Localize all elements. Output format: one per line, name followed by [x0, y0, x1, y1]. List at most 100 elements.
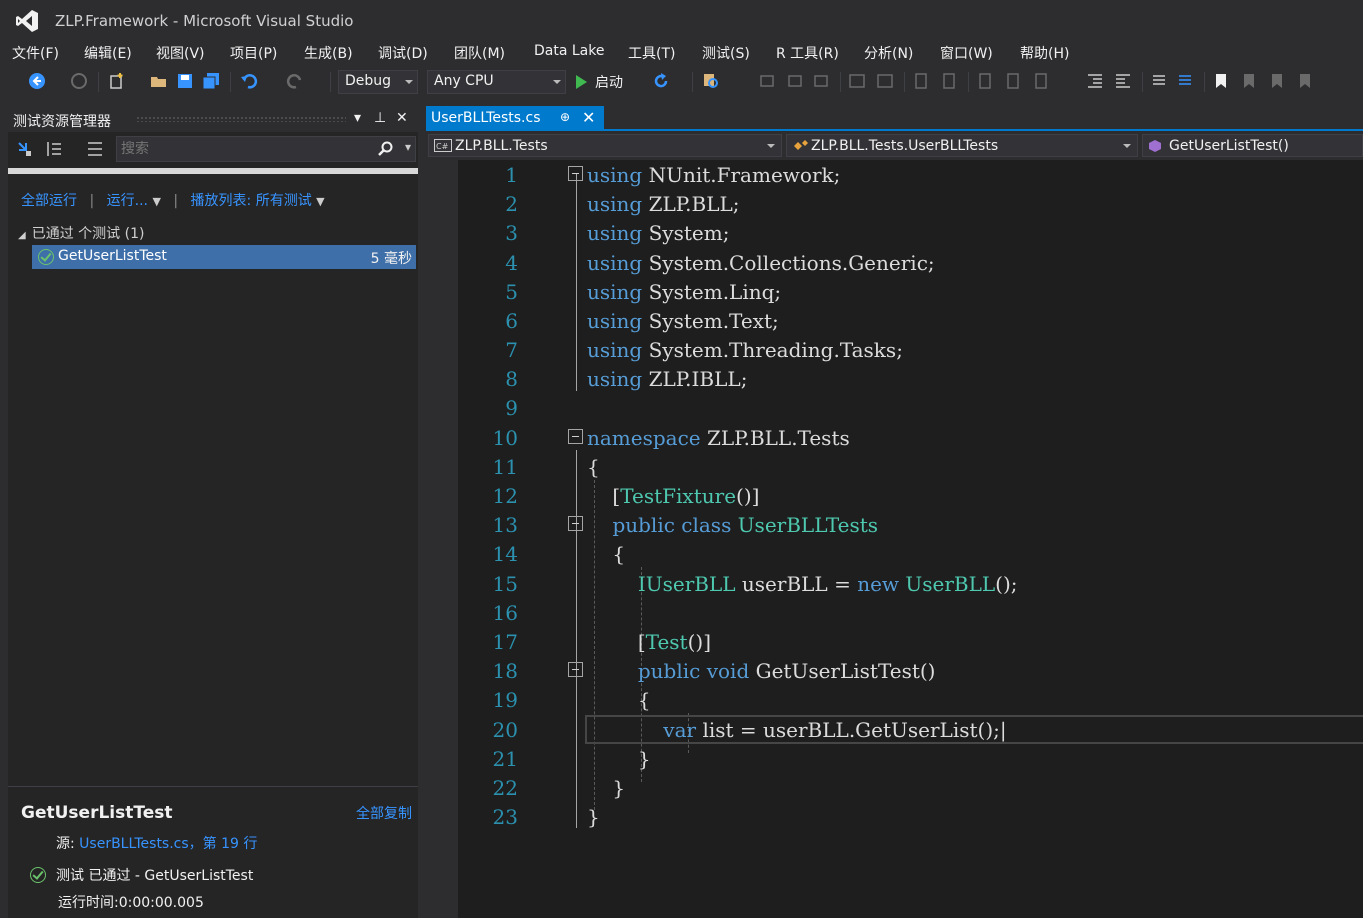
- line-number: 6: [505, 309, 518, 333]
- menu-test[interactable]: 测试(S): [702, 43, 750, 63]
- code-line: 5 using System.Linq;: [426, 277, 1363, 306]
- new-project-icon[interactable]: [108, 72, 126, 90]
- project-dropdown[interactable]: C# ZLP.BLL.Tests: [428, 134, 782, 157]
- menu-window[interactable]: 窗口(W): [940, 43, 993, 63]
- step-over-icon[interactable]: [812, 72, 830, 90]
- uncomment-icon[interactable]: [1176, 72, 1194, 90]
- line-number: 2: [505, 192, 518, 216]
- solution-platform-dropdown[interactable]: Any CPU: [427, 70, 566, 94]
- step-into-icon[interactable]: [786, 72, 804, 90]
- menu-edit[interactable]: 编辑(E): [84, 43, 132, 63]
- copy-all-link[interactable]: 全部复制: [356, 803, 412, 823]
- open-file-icon[interactable]: [150, 72, 168, 90]
- next-bookmark-icon[interactable]: [1268, 72, 1286, 90]
- chevron-down-icon[interactable]: ▾: [405, 140, 411, 154]
- menu-view[interactable]: 视图(V): [156, 43, 205, 63]
- menu-tools[interactable]: 工具(T): [628, 43, 675, 63]
- menu-analyze[interactable]: 分析(N): [864, 43, 913, 63]
- expand-triangle-icon[interactable]: ◢: [18, 230, 26, 241]
- pin-tab-icon[interactable]: ⊕: [560, 110, 570, 124]
- search-input[interactable]: [121, 140, 376, 158]
- type-name: ZLP.BLL.Tests.UserBLLTests: [811, 138, 999, 154]
- close-tab-icon[interactable]: ✕: [582, 108, 595, 127]
- outdent-icon[interactable]: [1114, 72, 1132, 90]
- code-editor[interactable]: 1 using NUnit.Framework; 2 using ZLP.BLL; …: [426, 160, 1363, 918]
- type-dropdown[interactable]: ZLP.BLL.Tests.UserBLLTests: [786, 134, 1138, 157]
- code-line: 3 using System;: [426, 218, 1363, 247]
- code-line: 20 var list = userBLL.GetUserList();|: [426, 715, 1363, 744]
- code-line: 12 [TestFixture()]: [426, 481, 1363, 510]
- clear-bookmarks-icon[interactable]: [1296, 72, 1314, 90]
- image-icon[interactable]: [876, 72, 894, 90]
- test-explorer-header: 测试资源管理器 ▾ ⊥ ✕: [8, 106, 418, 132]
- debug-threads-icon[interactable]: [758, 72, 776, 90]
- line-number: 19: [492, 688, 518, 712]
- document-icon[interactable]: [912, 72, 930, 90]
- refresh-icon[interactable]: [652, 72, 670, 90]
- line-number: 4: [505, 251, 518, 275]
- source-label: 源:: [56, 836, 75, 852]
- passed-tests-group[interactable]: ◢ 已通过 个测试 (1): [18, 223, 144, 243]
- member-dropdown[interactable]: GetUserListTest(): [1142, 134, 1363, 157]
- menu-build[interactable]: 生成(B): [304, 43, 353, 63]
- collapse-icon[interactable]: [568, 166, 583, 181]
- code-line: 2 using ZLP.BLL;: [426, 189, 1363, 218]
- action-separator: |: [173, 193, 179, 209]
- title-bar: ZLP.Framework - Microsoft Visual Studio: [0, 0, 1363, 40]
- document-icon[interactable]: [940, 72, 958, 90]
- line-number: 14: [492, 542, 518, 566]
- start-debugging-button[interactable]: 启动: [576, 72, 623, 92]
- test-name: GetUserListTest: [58, 248, 167, 264]
- close-icon[interactable]: ✕: [396, 110, 408, 126]
- menu-debug[interactable]: 调试(D): [378, 43, 428, 63]
- save-icon[interactable]: [176, 72, 194, 90]
- comment-icon[interactable]: [1150, 72, 1168, 90]
- indent-icon[interactable]: [1086, 72, 1104, 90]
- playlist-icon[interactable]: [86, 140, 104, 158]
- search-icon[interactable]: [377, 141, 393, 157]
- menu-team[interactable]: 团队(M): [454, 43, 505, 63]
- run-tests-after-build-icon[interactable]: [16, 140, 34, 158]
- code-line: 7 using System.Threading.Tasks;: [426, 335, 1363, 364]
- test-item-getuserlisttest[interactable]: GetUserListTest 5 毫秒: [32, 245, 416, 269]
- run-dropdown-link[interactable]: 运行...: [107, 193, 148, 209]
- document-icon[interactable]: [976, 72, 994, 90]
- playlist-link[interactable]: 播放列表: 所有测试: [191, 193, 312, 209]
- previous-bookmark-icon[interactable]: [1240, 72, 1258, 90]
- find-in-files-icon[interactable]: [702, 72, 720, 90]
- chevron-down-icon: [553, 80, 561, 84]
- run-all-link[interactable]: 全部运行: [21, 193, 77, 209]
- method-icon: [1149, 140, 1161, 152]
- menu-project[interactable]: 项目(P): [230, 43, 277, 63]
- solution-configuration-dropdown[interactable]: Debug: [338, 70, 418, 94]
- document-icon[interactable]: [1032, 72, 1050, 90]
- source-link[interactable]: UserBLLTests.cs，第 19 行: [79, 836, 257, 852]
- pin-icon[interactable]: ⊥: [374, 110, 386, 126]
- menu-r-tools[interactable]: R 工具(R): [776, 43, 839, 63]
- document-icon[interactable]: [1004, 72, 1022, 90]
- collapse-icon[interactable]: [568, 516, 583, 531]
- undo-icon[interactable]: [240, 72, 258, 90]
- bookmark-icon[interactable]: [1212, 72, 1230, 90]
- tab-userblltests-cs[interactable]: UserBLLTests.cs ⊕ ✕: [426, 106, 604, 130]
- image-icon[interactable]: [848, 72, 866, 90]
- redo-icon[interactable]: [286, 72, 304, 90]
- window-position-dropdown-icon[interactable]: ▾: [354, 110, 361, 126]
- line-number: 21: [492, 747, 518, 771]
- test-search-box[interactable]: ▾: [116, 136, 416, 162]
- code-line: 13 public class UserBLLTests: [426, 510, 1363, 539]
- collapse-icon[interactable]: [568, 662, 583, 677]
- save-all-icon[interactable]: [202, 72, 220, 90]
- start-label: 启动: [595, 75, 623, 91]
- navigate-back-icon[interactable]: [28, 72, 46, 90]
- menu-data-lake[interactable]: Data Lake: [534, 43, 604, 59]
- navigate-forward-icon[interactable]: [70, 72, 88, 90]
- line-number: 18: [492, 659, 518, 683]
- group-by-icon[interactable]: [46, 140, 64, 158]
- menu-file[interactable]: 文件(F): [12, 43, 59, 63]
- line-number: 20: [492, 718, 518, 742]
- line-number: 10: [492, 426, 518, 450]
- collapse-icon[interactable]: [568, 429, 583, 444]
- code-line: 14 {: [426, 539, 1363, 568]
- menu-help[interactable]: 帮助(H): [1020, 43, 1069, 63]
